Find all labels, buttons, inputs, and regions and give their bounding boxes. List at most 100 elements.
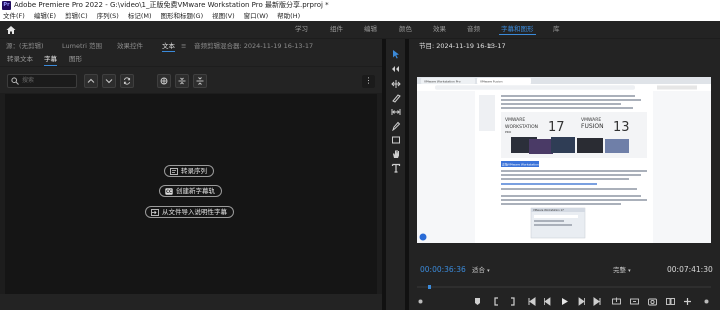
dialog-title: VMware Workstation 17 xyxy=(533,208,564,212)
marker-right-icon[interactable] xyxy=(702,297,711,306)
transcribe-label: 转录序列 xyxy=(181,167,207,175)
menu-help[interactable]: 帮助(H) xyxy=(277,11,300,21)
svg-text:CC: CC xyxy=(166,189,172,194)
fusion-heading: FUSION xyxy=(581,123,604,130)
video-frame[interactable]: VMware Workstation Pro VMware Fusion VMW… xyxy=(417,77,711,243)
browser-tab-2: VMware Fusion xyxy=(480,80,503,84)
current-timecode[interactable]: 00:00:36:36 xyxy=(420,265,466,275)
browser-tab-1: VMware Workstation Pro xyxy=(424,80,461,84)
workspace-libraries[interactable]: 库 xyxy=(553,21,560,38)
previous-caption-button[interactable] xyxy=(84,74,98,88)
premiere-logo-icon: Pr xyxy=(2,1,11,10)
import-captions-button[interactable]: 从文件导入说明性字幕 xyxy=(145,206,234,218)
subtab-graphics[interactable]: 图形 xyxy=(69,53,82,66)
highlight-title: 正版VMware Workstation Pro xyxy=(502,162,545,167)
split-caption-button[interactable] xyxy=(175,74,189,88)
ripple-edit-tool-icon[interactable] xyxy=(391,79,401,89)
workspace-captions-graphics[interactable]: 字幕和图形 xyxy=(499,21,535,38)
browser-screenshot: VMware Workstation Pro VMware Fusion VMW… xyxy=(417,77,711,243)
menu-sequence[interactable]: 序列(S) xyxy=(97,11,119,21)
mark-out-icon[interactable] xyxy=(508,297,517,306)
captions-toolbar: 搜索 ⋮ xyxy=(0,67,382,93)
search-icon xyxy=(11,77,19,85)
marker-left-icon[interactable] xyxy=(416,297,425,306)
transcribe-sequence-button[interactable]: 转录序列 xyxy=(164,165,214,177)
chevron-up-icon xyxy=(87,78,95,83)
rectangle-tool-icon[interactable] xyxy=(391,135,401,145)
program-menu-icon[interactable]: ≡ xyxy=(487,39,492,53)
next-caption-button[interactable] xyxy=(102,74,116,88)
track-select-tool-icon[interactable] xyxy=(391,64,401,74)
program-monitor-header: 节目: 2024-11-19 16-13-17 ≡ xyxy=(409,39,720,53)
title-bar: Pr Adobe Premiere Pro 2022 - G:\video\1_… xyxy=(0,0,720,11)
workspace-bar: 学习 组件 编辑 颜色 效果 音频 字幕和图形 库 xyxy=(0,21,720,38)
playback-timeline[interactable] xyxy=(417,285,711,289)
workspace-effects[interactable]: 效果 xyxy=(433,21,446,38)
quality-dropdown[interactable]: 完整 ▾ xyxy=(613,265,631,276)
create-caption-track-button[interactable]: CC 创建新字幕轨 xyxy=(159,185,222,197)
left-panel-footer xyxy=(0,294,382,310)
quality-label: 完整 xyxy=(613,266,626,274)
razor-tool-icon[interactable] xyxy=(391,93,401,103)
add-marker-icon[interactable] xyxy=(473,297,482,306)
workspace-audio[interactable]: 音频 xyxy=(467,21,480,38)
export-frame-icon[interactable] xyxy=(648,297,657,306)
workspace-color[interactable]: 颜色 xyxy=(399,21,412,38)
pen-tool-icon[interactable] xyxy=(391,121,401,131)
import-label: 从文件导入说明性字幕 xyxy=(162,208,227,216)
menu-edit[interactable]: 编辑(E) xyxy=(34,11,56,21)
tab-menu-icon[interactable]: ≡ xyxy=(181,39,186,53)
type-tool-icon[interactable] xyxy=(391,163,401,173)
add-caption-button[interactable] xyxy=(157,74,171,88)
playhead[interactable] xyxy=(428,285,431,289)
replace-button[interactable] xyxy=(120,74,134,88)
step-back-icon[interactable] xyxy=(543,297,552,306)
merge-icon xyxy=(196,77,204,85)
tab-lumetri-scopes[interactable]: Lumetri 范围 xyxy=(62,39,102,53)
tab-audio-clip-mixer[interactable]: 音频剪辑混合器: 2024-11-19 16-13-17 xyxy=(194,39,313,53)
slip-tool-icon[interactable] xyxy=(391,107,401,117)
home-icon[interactable] xyxy=(6,25,16,35)
subtab-transcript[interactable]: 转录文本 xyxy=(7,53,33,66)
tab-effect-controls[interactable]: 效果控件 xyxy=(117,39,143,53)
search-input[interactable]: 搜索 xyxy=(7,74,77,88)
comparison-view-icon[interactable] xyxy=(666,297,675,306)
left-panel-tabs: 源：(无剪辑) Lumetri 范围 效果控件 文本 ≡ 音频剪辑混合器: 20… xyxy=(0,39,382,53)
more-options-button[interactable]: ⋮ xyxy=(362,75,375,88)
circle-plus-icon xyxy=(160,77,168,85)
captions-empty-area: 转录序列 CC 创建新字幕轨 从文件导入说明性字幕 xyxy=(5,94,377,294)
split-icon xyxy=(178,77,186,85)
go-to-in-icon[interactable] xyxy=(527,297,536,306)
menu-file[interactable]: 文件(F) xyxy=(3,11,25,21)
fusion-version: 13 xyxy=(613,120,630,135)
menu-graphics[interactable]: 图形和标题(G) xyxy=(161,11,204,21)
text-subtabs: 转录文本 字幕 图形 xyxy=(0,53,382,66)
workspace-assembly[interactable]: 组件 xyxy=(330,21,343,38)
workspace-learn[interactable]: 学习 xyxy=(295,21,308,38)
workstation-version: 17 xyxy=(548,120,565,135)
selection-tool-icon[interactable] xyxy=(391,49,401,59)
tab-text[interactable]: 文本 xyxy=(162,39,175,53)
tools-panel xyxy=(386,39,405,310)
go-to-out-icon[interactable] xyxy=(593,297,602,306)
button-editor-plus-icon[interactable] xyxy=(683,297,692,306)
tab-source[interactable]: 源：(无剪辑) xyxy=(6,39,44,53)
overwrite-icon[interactable] xyxy=(630,297,639,306)
play-icon[interactable] xyxy=(560,297,569,306)
subtab-captions[interactable]: 字幕 xyxy=(44,53,57,66)
menu-markers[interactable]: 标记(M) xyxy=(128,11,152,21)
menu-clip[interactable]: 剪辑(C) xyxy=(65,11,88,21)
search-placeholder: 搜索 xyxy=(22,77,35,84)
hand-tool-icon[interactable] xyxy=(391,149,401,159)
step-forward-icon[interactable] xyxy=(577,297,586,306)
fit-dropdown[interactable]: 适合 ▾ xyxy=(472,265,490,276)
menu-window[interactable]: 窗口(W) xyxy=(244,11,269,21)
mark-in-icon[interactable] xyxy=(492,297,501,306)
create-track-label: 创建新字幕轨 xyxy=(176,187,215,195)
program-monitor-title[interactable]: 节目: 2024-11-19 16-13-17 xyxy=(419,39,506,53)
workspace-editing[interactable]: 编辑 xyxy=(364,21,377,38)
merge-caption-button[interactable] xyxy=(193,74,207,88)
insert-icon[interactable] xyxy=(612,297,621,306)
chevron-down-icon xyxy=(105,79,113,84)
menu-view[interactable]: 视图(V) xyxy=(212,11,235,21)
